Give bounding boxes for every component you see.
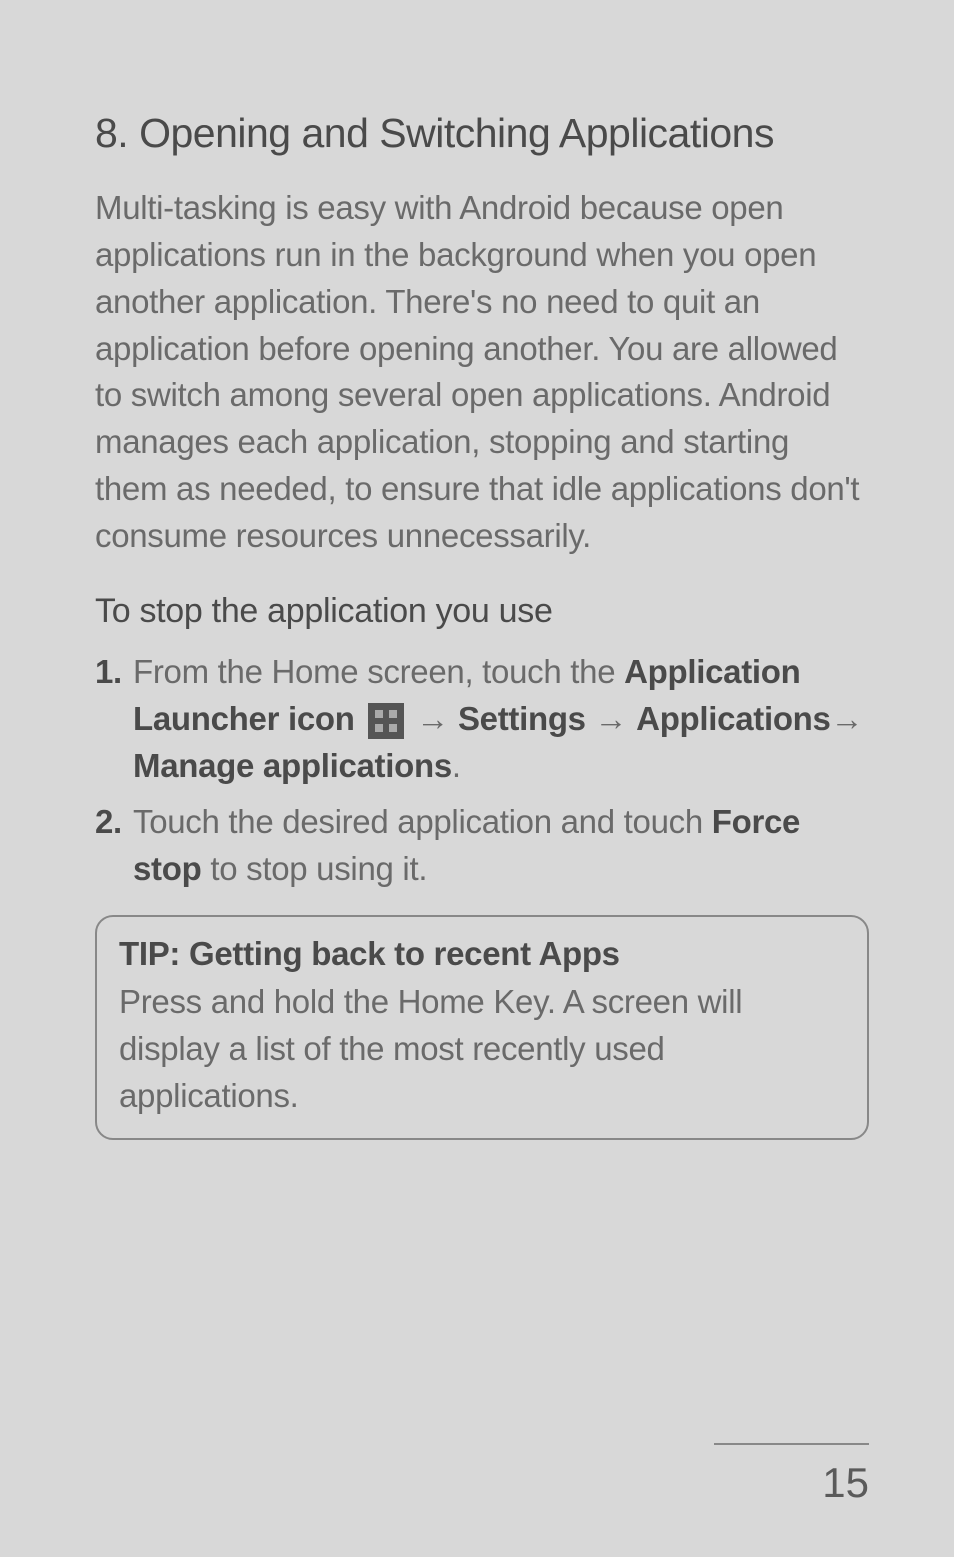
step-text: to stop using it. xyxy=(201,850,427,887)
step-text: . xyxy=(452,747,461,784)
page-number: 15 xyxy=(714,1443,869,1507)
section-body: Multi-tasking is easy with Android becau… xyxy=(95,185,869,560)
step-number: 1. xyxy=(95,649,133,790)
step-content: From the Home screen, touch the Applicat… xyxy=(133,649,869,790)
arrow-icon: → xyxy=(586,700,636,737)
arrow-icon: → xyxy=(831,700,864,737)
subsection-heading: To stop the application you use xyxy=(95,592,869,631)
steps-list: 1. From the Home screen, touch the Appli… xyxy=(95,649,869,893)
section-heading: 8. Opening and Switching Applications xyxy=(95,110,869,157)
bold-text: Applications xyxy=(636,700,830,737)
tip-box: TIP: Getting back to recent Apps Press a… xyxy=(95,915,869,1140)
arrow-icon: → xyxy=(408,700,458,737)
tip-body: Press and hold the Home Key. A screen wi… xyxy=(119,979,845,1120)
app-launcher-icon xyxy=(368,703,404,739)
step-text: Touch the desired application and touch xyxy=(133,803,712,840)
tip-title: TIP: Getting back to recent Apps xyxy=(119,935,845,973)
step-content: Touch the desired application and touch … xyxy=(133,799,869,893)
list-item: 1. From the Home screen, touch the Appli… xyxy=(95,649,869,790)
bold-text: Settings xyxy=(458,700,586,737)
bold-text: Manage applications xyxy=(133,747,452,784)
step-text: From the Home screen, touch the xyxy=(133,653,624,690)
step-number: 2. xyxy=(95,799,133,893)
list-item: 2. Touch the desired application and tou… xyxy=(95,799,869,893)
